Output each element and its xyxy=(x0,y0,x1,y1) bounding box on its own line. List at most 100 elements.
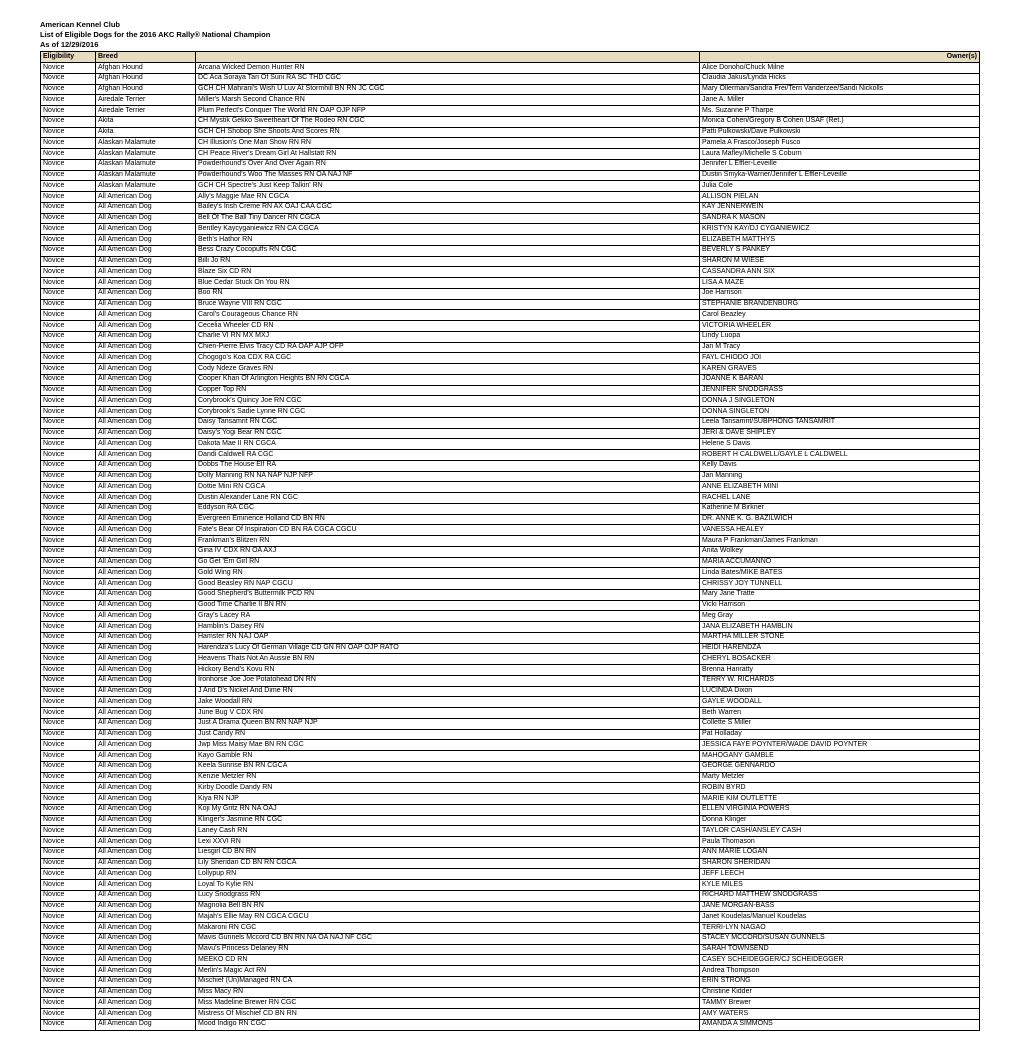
cell: Blue Cedar Stuck On You RN xyxy=(196,278,700,289)
cell: Novice xyxy=(41,353,96,364)
cell: Jwp Miss Maisy Mae BN RN CGC xyxy=(196,740,700,751)
cell: All American Dog xyxy=(96,482,196,493)
page-header: American Kennel Club List of Eligible Do… xyxy=(40,20,980,49)
cell: All American Dog xyxy=(96,815,196,826)
cell: ALLISON PIELAN xyxy=(700,192,980,203)
table-row: NoviceAll American DogCharlie VI RN MX M… xyxy=(41,331,980,342)
table-row: NoviceAll American DogDakota Mae II RN C… xyxy=(41,439,980,450)
table-row: NoviceAkitaCH Mystik Gekko Sweetheart Of… xyxy=(41,116,980,127)
header-title: List of Eligible Dogs for the 2016 AKC R… xyxy=(40,30,980,40)
cell: CH Illusion's One Man Show RN RN xyxy=(196,138,700,149)
cell: All American Dog xyxy=(96,278,196,289)
cell: All American Dog xyxy=(96,439,196,450)
table-row: NoviceAll American DogGold Wing RNLinda … xyxy=(41,568,980,579)
cell: SANDRA K MASON xyxy=(700,213,980,224)
cell: Mary Jane Tratte xyxy=(700,589,980,600)
cell: Novice xyxy=(41,718,96,729)
table-row: NoviceAll American DogLaney Cash RNTAYLO… xyxy=(41,826,980,837)
eligibility-table: Eligibility Breed Owner(s) NoviceAfghan … xyxy=(40,51,980,1030)
cell: Novice xyxy=(41,783,96,794)
cell: All American Dog xyxy=(96,880,196,891)
cell: Novice xyxy=(41,63,96,74)
cell: All American Dog xyxy=(96,632,196,643)
cell: Novice xyxy=(41,772,96,783)
cell: All American Dog xyxy=(96,288,196,299)
table-row: NoviceAll American DogMavis Gunnels Mcco… xyxy=(41,933,980,944)
cell: All American Dog xyxy=(96,675,196,686)
table-row: NoviceAll American DogCarol's Courageous… xyxy=(41,310,980,321)
table-row: NoviceAll American DogHamblin's Daisey R… xyxy=(41,622,980,633)
cell: Mary Ollerman/Sandra Frei/Terri Vanderze… xyxy=(700,84,980,95)
cell: Dobbs The House Elf RA xyxy=(196,460,700,471)
cell: Novice xyxy=(41,740,96,751)
cell: Harendza's Lucy Of German Village CD GN … xyxy=(196,643,700,654)
cell: Cooper Khan Of Arlington Heights BN RN C… xyxy=(196,374,700,385)
cell: STACEY MCCORD/SUSAN GUNNELS xyxy=(700,933,980,944)
table-row: NoviceAll American DogMajah's Ellie May … xyxy=(41,912,980,923)
cell: Novice xyxy=(41,654,96,665)
cell: Novice xyxy=(41,815,96,826)
col-breed: Breed xyxy=(96,52,196,63)
cell: Novice xyxy=(41,224,96,235)
table-row: NoviceAlaskan MalamuteCH Illusion's One … xyxy=(41,138,980,149)
cell: All American Dog xyxy=(96,321,196,332)
table-row: NoviceAll American DogKlinger's Jasmine … xyxy=(41,815,980,826)
cell: Boo RN xyxy=(196,288,700,299)
table-row: NoviceAll American DogKeela Sunrise BN R… xyxy=(41,761,980,772)
cell: Novice xyxy=(41,256,96,267)
cell: DR. ANNE K. G. BAZILWICH xyxy=(700,514,980,525)
cell: Arcana Wicked Demon Hunter RN xyxy=(196,63,700,74)
table-row: NoviceAll American DogMagnolia Bell BN R… xyxy=(41,901,980,912)
cell: GCH CH Shobop She Shoots And Scores RN xyxy=(196,127,700,138)
cell: All American Dog xyxy=(96,353,196,364)
cell: All American Dog xyxy=(96,912,196,923)
header-org: American Kennel Club xyxy=(40,20,980,30)
cell: Mavis Gunnels Mccord CD BN RN NA OA NAJ … xyxy=(196,933,700,944)
cell: Corybrook's Quincy Joe RN CGC xyxy=(196,396,700,407)
cell: Carol Beazley xyxy=(700,310,980,321)
cell: Charlie VI RN MX MXJ xyxy=(196,331,700,342)
cell: CASSANDRA ANN SIX xyxy=(700,267,980,278)
cell: Afghan Hound xyxy=(96,73,196,84)
cell: All American Dog xyxy=(96,235,196,246)
cell: CH Mystik Gekko Sweetheart Of The Rodeo … xyxy=(196,116,700,127)
cell: Akita xyxy=(96,127,196,138)
cell: J And D's Nickel And Dime RN xyxy=(196,686,700,697)
cell: All American Dog xyxy=(96,869,196,880)
table-row: NoviceAll American DogBlue Cedar Stuck O… xyxy=(41,278,980,289)
cell: MARIE KIM OUTLETTE xyxy=(700,794,980,805)
cell: Lindy Luopa xyxy=(700,331,980,342)
cell: All American Dog xyxy=(96,256,196,267)
cell: KAY JENNERWEIN xyxy=(700,202,980,213)
cell: Linda Bates/MIKE BATES xyxy=(700,568,980,579)
cell: Novice xyxy=(41,385,96,396)
cell: Merlin's Magic Act RN xyxy=(196,966,700,977)
table-row: NoviceAkitaGCH CH Shobop She Shoots And … xyxy=(41,127,980,138)
cell: Jane A. Miller xyxy=(700,95,980,106)
cell: Novice xyxy=(41,439,96,450)
cell: All American Dog xyxy=(96,364,196,375)
cell: Novice xyxy=(41,966,96,977)
cell: All American Dog xyxy=(96,976,196,987)
cell: GCH CH Spectre's Just Keep Talkin' RN xyxy=(196,181,700,192)
table-row: NoviceAll American DogKiya RN NJPMARIE K… xyxy=(41,794,980,805)
cell: Magnolia Bell BN RN xyxy=(196,901,700,912)
col-owners: Owner(s) xyxy=(700,52,980,63)
table-row: NoviceAll American DogKoji My Gritz RN N… xyxy=(41,804,980,815)
cell: All American Dog xyxy=(96,310,196,321)
table-row: NoviceAll American DogJake Woodall RNGAY… xyxy=(41,697,980,708)
cell: Afghan Hound xyxy=(96,84,196,95)
cell: VANESSA HEALEY xyxy=(700,525,980,536)
table-row: NoviceAll American DogMood Indigo RN CGC… xyxy=(41,1019,980,1030)
cell: All American Dog xyxy=(96,686,196,697)
table-row: NoviceAll American DogKirby Doodle Dandy… xyxy=(41,783,980,794)
cell: Novice xyxy=(41,460,96,471)
cell: Novice xyxy=(41,106,96,117)
header-date: As of 12/29/2016 xyxy=(40,40,980,50)
cell: Novice xyxy=(41,149,96,160)
table-row: NoviceAll American DogBeth's Hathor RNEL… xyxy=(41,235,980,246)
cell: Liesgirl CD BN RN xyxy=(196,847,700,858)
cell: Ms. Suzanne P Tharpe xyxy=(700,106,980,117)
cell: All American Dog xyxy=(96,557,196,568)
cell: Novice xyxy=(41,1019,96,1030)
